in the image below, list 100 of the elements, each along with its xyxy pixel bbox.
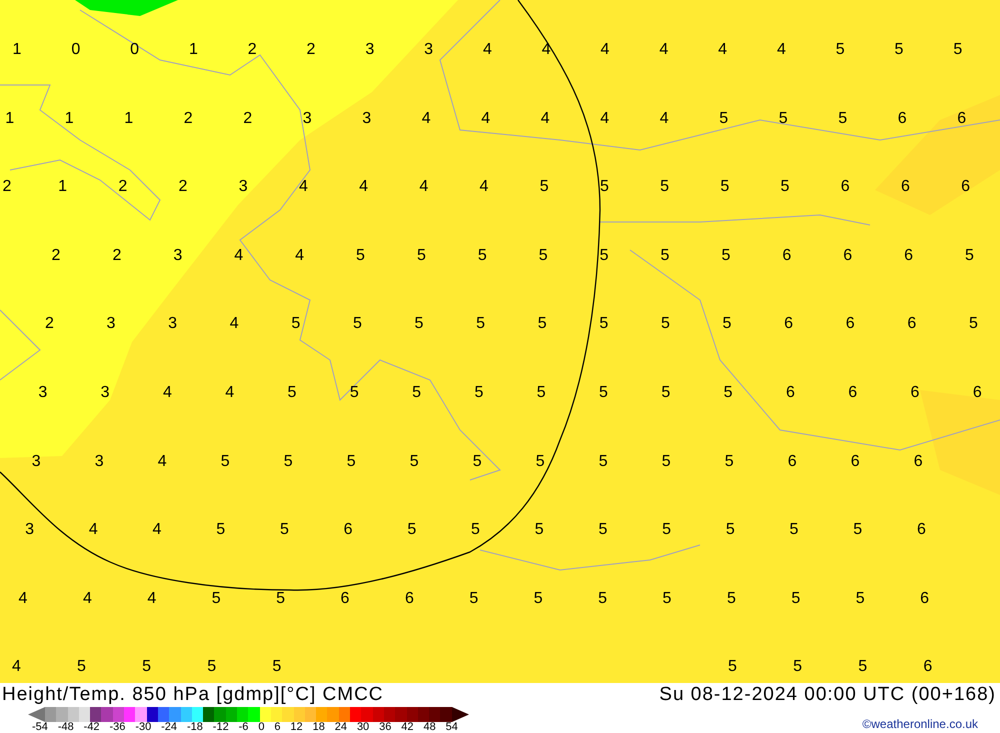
temperature-label: 4 [776, 42, 786, 58]
temperature-label: 5 [599, 316, 608, 332]
temperature-label: 2 [306, 42, 316, 58]
temperature-label: 5 [660, 316, 670, 332]
legend-tick-label: -54 [32, 722, 48, 733]
temperature-label: 5 [540, 179, 549, 196]
temperature-label: 4 [152, 522, 162, 538]
temperature-label: 5 [207, 659, 216, 676]
temperature-label: 5 [414, 316, 424, 332]
temperature-label: 3 [100, 385, 110, 401]
temperature-label: 6 [840, 179, 850, 196]
temperature-label: 5 [793, 659, 802, 676]
temperature-label: 6 [900, 179, 910, 196]
temperature-label: 6 [788, 454, 797, 470]
temperature-label: 5 [598, 454, 608, 470]
temperature-label: 0 [71, 42, 80, 58]
temperature-label: 5 [538, 248, 548, 264]
temperature-label: 5 [77, 659, 86, 676]
temperature-label: 3 [94, 454, 104, 470]
temperature-label: 3 [362, 110, 372, 127]
credit-link[interactable]: ©weatheronline.co.uk [862, 718, 978, 730]
temperature-label: 6 [344, 522, 353, 538]
temperature-label: 6 [786, 385, 795, 401]
temperature-label: 5 [600, 248, 609, 264]
temperature-label: 6 [923, 659, 932, 676]
legend-tick-label: 30 [356, 722, 370, 733]
temperature-label: 4 [481, 110, 490, 127]
temperature-label: 5 [724, 385, 733, 401]
temperature-label: 5 [284, 454, 293, 470]
temperature-label: 6 [914, 454, 923, 470]
temperature-label: 4 [419, 179, 428, 196]
temperature-label: 5 [291, 316, 300, 332]
temperature-label: 5 [721, 248, 730, 264]
temperature-label: 5 [599, 385, 608, 401]
temperature-label: 6 [340, 590, 350, 607]
legend-tick-label: -12 [212, 722, 229, 733]
temperature-label: 3 [424, 42, 434, 58]
temperature-label: 5 [410, 454, 419, 470]
temperature-label: 5 [478, 248, 487, 264]
temperature-label: 2 [184, 110, 193, 127]
temperature-label: 4 [600, 42, 610, 58]
temperature-label: 4 [659, 42, 668, 58]
temperature-label: 6 [846, 316, 855, 332]
temperature-label: 6 [910, 385, 920, 401]
temperature-label: 3 [302, 110, 312, 127]
temperature-label: 5 [719, 110, 728, 127]
temperature-label: 3 [25, 522, 34, 538]
temperature-label: 5 [720, 179, 730, 196]
legend-tick-label: 24 [334, 722, 348, 733]
temperature-label: 2 [112, 248, 122, 264]
temperature-label: 5 [416, 248, 426, 264]
temperature-label: 5 [280, 522, 289, 538]
temperature-label: 5 [780, 179, 790, 196]
temperature-label: 5 [536, 454, 545, 470]
legend-tick-label: -24 [161, 722, 178, 733]
temperature-label: 4 [600, 110, 610, 127]
temperature-label: 5 [474, 385, 484, 401]
temperature-label: 4 [295, 248, 304, 264]
temperature-label: 5 [216, 522, 226, 538]
temperature-label: 5 [276, 590, 286, 607]
temperature-label: 5 [790, 522, 798, 538]
temperature-label: 5 [894, 42, 904, 58]
temperature-label: 4 [225, 385, 234, 401]
temperature-label: 5 [471, 522, 480, 538]
temperature-label: 2 [52, 248, 60, 264]
temperature-label: 1 [58, 179, 68, 196]
temperature-label: 2 [243, 110, 252, 127]
temperature-label: 5 [220, 454, 230, 470]
temperature-label: 5 [660, 248, 670, 264]
chart-title: Height/Temp. 850 hPa [gdmp][°C] CMCC [2, 685, 384, 704]
temperature-label: 5 [728, 659, 737, 676]
temperature-label: 5 [853, 522, 862, 538]
temperature-label: 5 [598, 590, 608, 607]
temperature-label: 5 [662, 522, 672, 538]
temperature-label: 6 [898, 110, 907, 127]
temperature-label: 4 [18, 590, 28, 607]
temperature-label: 5 [346, 454, 356, 470]
temperature-label: 4 [718, 42, 728, 58]
temperature-label: 4 [660, 110, 669, 127]
temperature-label: 5 [407, 522, 416, 538]
temperature-label: 3 [32, 454, 41, 470]
temperature-label: 5 [838, 110, 848, 127]
temperature-label: 4 [542, 42, 551, 58]
legend-tick-label: -48 [58, 722, 74, 733]
temperature-label: 5 [350, 385, 359, 401]
temperature-label: 6 [907, 316, 916, 332]
temperature-label: 5 [836, 42, 845, 58]
temperature-label: 6 [404, 590, 414, 607]
temperature-label: 6 [784, 316, 794, 332]
temperature-label: 5 [856, 590, 865, 607]
temperature-label: 5 [476, 316, 486, 332]
temperature-label: 3 [38, 385, 48, 401]
temperature-label: 6 [920, 590, 930, 607]
temperature-label: 5 [142, 659, 152, 676]
temperature-label: 4 [482, 42, 492, 58]
temperature-label: 5 [412, 385, 422, 401]
legend-tick-label: 48 [423, 722, 436, 733]
temperature-label: 2 [248, 42, 257, 58]
temperature-label: 3 [168, 316, 178, 332]
temperature-label: 5 [536, 385, 546, 401]
